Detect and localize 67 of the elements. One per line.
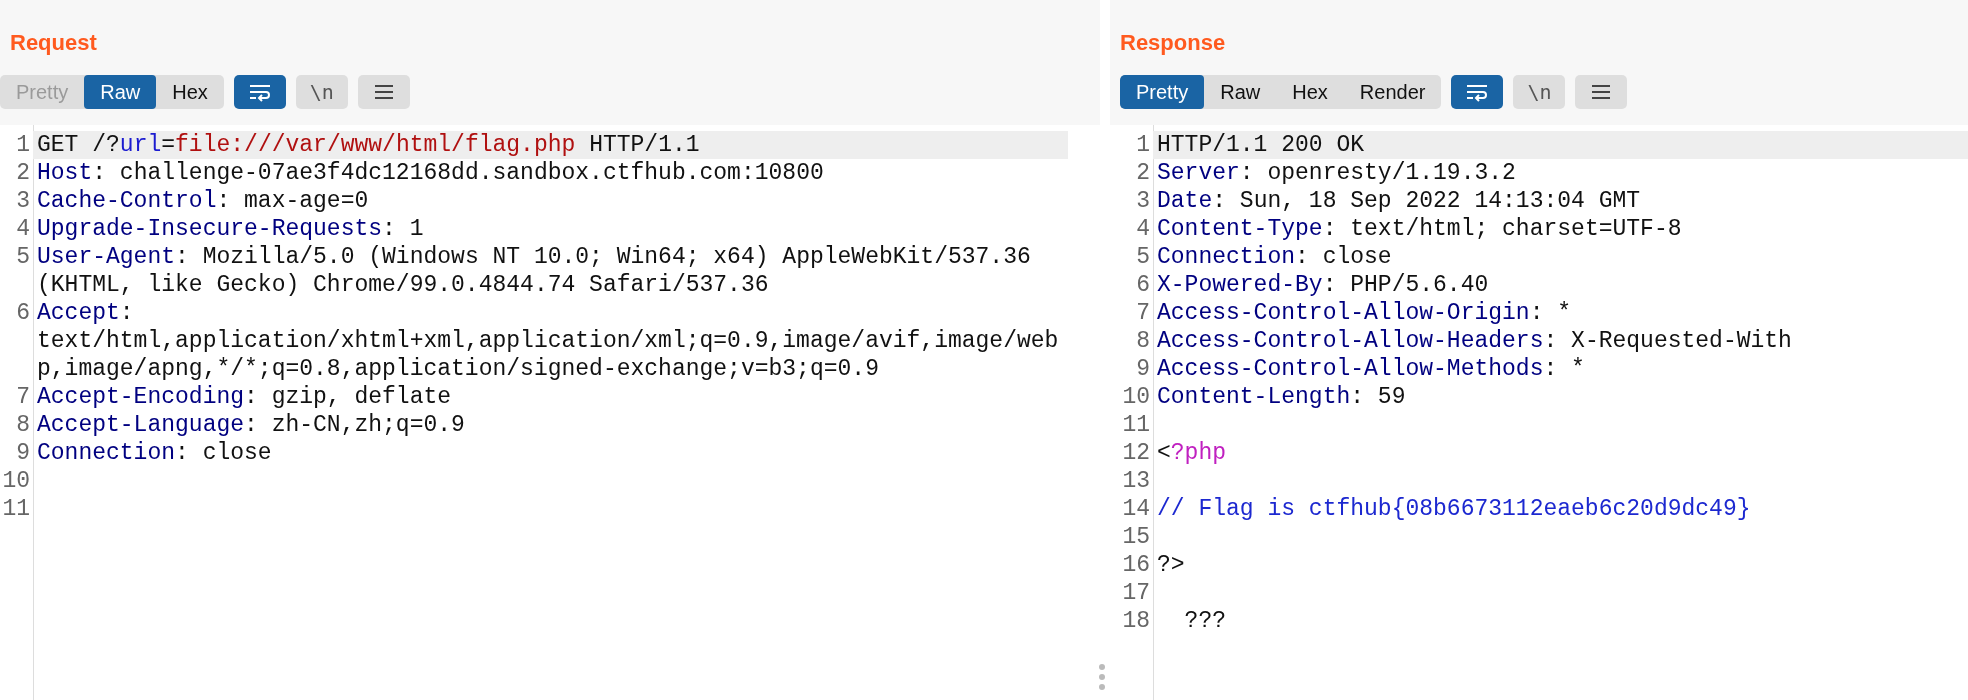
code-line: X-Powered-By: PHP/5.6.40 xyxy=(1156,271,1490,299)
line-number: 16 xyxy=(1121,551,1151,579)
view-tab[interactable]: Raw xyxy=(84,75,157,109)
word-wrap-icon xyxy=(1465,82,1490,102)
code-line: Accept: text/html,application/xhtml+xml,application/xml;q=0.9,image/avif,image/webp,image/apng,*/*;q=0.8,application/signed-exchange;v=b3;q=0.9 xyxy=(36,299,1060,383)
code-line: Accept-Language: zh-CN,zh;q=0.9 xyxy=(36,411,466,439)
line-number: 11 xyxy=(1,495,31,523)
view-tab[interactable]: Hex xyxy=(156,75,224,109)
code-line: Content-Length: 59 xyxy=(1156,383,1407,411)
line-number: 9 xyxy=(1135,355,1151,383)
pane-title: Request xyxy=(10,30,98,56)
line-number: 11 xyxy=(1121,411,1151,439)
line-number: 5 xyxy=(1135,243,1151,271)
line-number: 17 xyxy=(1121,579,1151,607)
word-wrap-button[interactable] xyxy=(233,75,286,109)
code-line: Upgrade-Insecure-Requests: 1 xyxy=(36,215,425,243)
menu-button[interactable] xyxy=(357,75,410,109)
line-number: 10 xyxy=(1,467,31,495)
line-number: 18 xyxy=(1121,607,1151,635)
line-number: 1 xyxy=(15,131,31,159)
code-line: // Flag is ctfhub{08b6673112eaeb6c20d9dc49} xyxy=(1156,495,1752,523)
view-tab[interactable]: Raw xyxy=(1204,75,1277,109)
line-number: 10 xyxy=(1121,383,1151,411)
line-number: 8 xyxy=(15,411,31,439)
splitter-handle[interactable] xyxy=(1099,664,1105,690)
line-number: 14 xyxy=(1121,495,1151,523)
line-number: 7 xyxy=(15,383,31,411)
code-line: ??? xyxy=(1183,607,1228,635)
menu-button[interactable] xyxy=(1575,75,1628,109)
view-tab[interactable]: Hex xyxy=(1276,75,1344,109)
line-number: 9 xyxy=(15,439,31,467)
line-number: 2 xyxy=(1135,159,1151,187)
code-line: User-Agent: Mozilla/5.0 (Windows NT 10.0; Win64; x64) AppleWebKit/537.36 (KHTML, like Gecko) Chrome/99.0.4844.74 Safari/537.36 xyxy=(36,243,1032,299)
line-number: 12 xyxy=(1121,439,1151,467)
line-number: 3 xyxy=(15,187,31,215)
code-line: Access-Control-Allow-Headers: X-Requested-With xyxy=(1156,327,1793,355)
code-line: Content-Type: text/html; charset=UTF-8 xyxy=(1156,215,1683,243)
newline-toggle[interactable]: \n xyxy=(295,75,348,109)
pane-title: Response xyxy=(1120,30,1227,56)
code-line: Cache-Control: max-age=0 xyxy=(36,187,370,215)
line-number: 4 xyxy=(1135,215,1151,243)
line-number: 8 xyxy=(1135,327,1151,355)
line-number: 5 xyxy=(15,243,31,272)
newline-toggle[interactable]: \n xyxy=(1513,75,1566,109)
line-number: 1 xyxy=(1135,131,1151,159)
code-line: Connection: close xyxy=(1156,243,1393,271)
line-number: 3 xyxy=(1135,187,1151,215)
line-number: 2 xyxy=(15,159,31,187)
line-number: 6 xyxy=(1135,271,1151,299)
line-number: 7 xyxy=(1135,299,1151,327)
code-line: Accept-Encoding: gzip, deflate xyxy=(36,383,453,411)
view-tab[interactable]: Render xyxy=(1343,75,1442,109)
view-tab[interactable]: Pretty xyxy=(1120,75,1205,109)
line-number: 15 xyxy=(1121,523,1151,551)
code-line: Connection: close xyxy=(36,439,273,467)
code-line: ?> xyxy=(1156,551,1186,579)
code-line: Access-Control-Allow-Origin: * xyxy=(1156,299,1573,327)
line-number: 13 xyxy=(1121,467,1151,495)
word-wrap-icon xyxy=(247,82,272,102)
code-line: Server: openresty/1.19.3.2 xyxy=(1156,159,1517,187)
code-line: <?php xyxy=(1156,439,1228,467)
code-line: Access-Control-Allow-Methods: * xyxy=(1156,355,1586,383)
word-wrap-button[interactable] xyxy=(1451,75,1504,109)
line-number: 6 xyxy=(15,299,31,328)
line-number: 4 xyxy=(15,215,31,243)
code-line: Date: Sun, 18 Sep 2022 14:13:04 GMT xyxy=(1156,187,1642,215)
code-line: Host: challenge-07ae3f4dc12168dd.sandbox.ctfhub.com:10800 xyxy=(36,159,825,187)
